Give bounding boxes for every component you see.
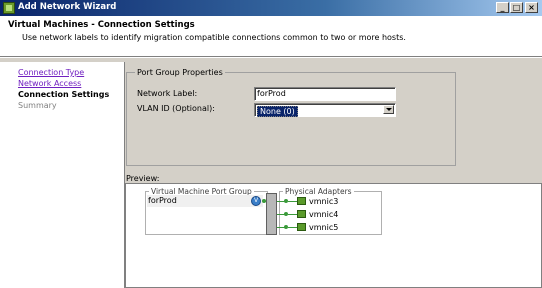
header-divider	[0, 57, 542, 58]
adapter-wire	[288, 201, 297, 202]
title-bar: Add Network Wizard _ □ ×	[0, 0, 542, 16]
vlan-id-selected-value: None (0)	[257, 106, 298, 117]
adapter-wire	[288, 214, 297, 215]
virtual-switch-icon	[266, 193, 277, 235]
port-group-properties-legend: Port Group Properties	[135, 68, 225, 77]
window-title: Add Network Wizard	[18, 2, 117, 12]
nic-icon	[297, 197, 306, 205]
step-network-access[interactable]: Network Access	[18, 79, 81, 88]
network-wizard-icon	[3, 2, 15, 14]
vlan-id-label: VLAN ID (Optional):	[137, 104, 215, 113]
port-group-name: forProd	[148, 196, 177, 205]
wizard-header: Virtual Machines - Connection Settings U…	[0, 16, 542, 57]
nic-icon	[297, 223, 306, 231]
close-button[interactable]: ×	[525, 2, 538, 13]
chevron-down-icon[interactable]	[383, 105, 394, 114]
step-summary: Summary	[18, 101, 57, 110]
preview-label: Preview:	[126, 174, 160, 183]
page-title: Virtual Machines - Connection Settings	[8, 20, 195, 30]
adapter-wire	[288, 227, 297, 228]
adapter-name: vmnic3	[309, 197, 339, 206]
minimize-button[interactable]: _	[496, 2, 509, 13]
adapter-name: vmnic5	[309, 223, 339, 232]
adapter-name: vmnic4	[309, 210, 339, 219]
vlan-icon: V	[251, 196, 261, 206]
vlan-id-select[interactable]: None (0)	[254, 103, 396, 117]
physical-adapters-legend: Physical Adapters	[283, 187, 354, 196]
nic-icon	[297, 210, 306, 218]
network-label-input[interactable]: forProd	[254, 87, 396, 101]
step-connection-type[interactable]: Connection Type	[18, 68, 84, 77]
step-connection-settings: Connection Settings	[18, 90, 110, 99]
wizard-steps: Connection Type Network Access Connectio…	[0, 62, 125, 288]
network-label-label: Network Label:	[137, 89, 198, 98]
maximize-button[interactable]: □	[510, 2, 523, 13]
page-subtitle: Use network labels to identify migration…	[22, 33, 406, 42]
